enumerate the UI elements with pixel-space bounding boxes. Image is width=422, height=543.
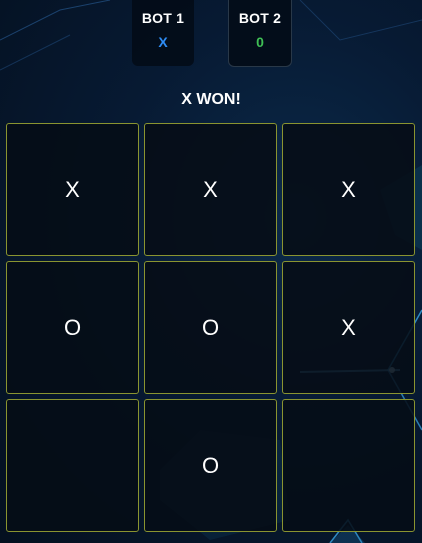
game-status: X WON! [181,91,241,108]
player-mark: 0 [256,34,264,50]
cell-mark: X [341,314,356,340]
board-cell[interactable]: O [144,261,277,394]
board-cell[interactable]: O [6,261,139,394]
board-cell[interactable]: X [144,123,277,256]
cell-mark: X [341,176,356,202]
board-cell[interactable] [6,399,139,532]
player-mark: X [158,34,168,50]
cell-mark: X [65,176,80,202]
board-cell[interactable]: O [144,399,277,532]
game-board: X X X O O X O [6,123,416,533]
board-cell[interactable] [282,399,415,532]
cell-mark: X [203,176,218,202]
scoreboard: BOT 1 X BOT 2 0 [0,0,422,68]
player-name: BOT 2 [238,10,282,26]
player-name: BOT 1 [141,10,185,26]
board-cell[interactable]: X [6,123,139,256]
board-cell[interactable]: X [282,123,415,256]
board-cell[interactable]: X [282,261,415,394]
cell-mark: O [201,452,220,478]
cell-mark: O [63,314,82,340]
player-card-bot2: BOT 2 0 [228,0,292,67]
player-card-bot1: BOT 1 X [132,0,194,66]
cell-mark: O [201,314,220,340]
